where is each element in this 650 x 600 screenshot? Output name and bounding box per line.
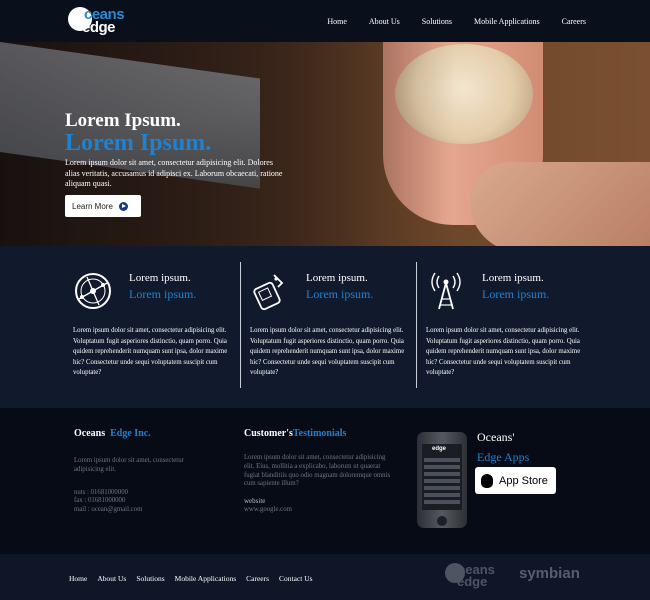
testimonials-title: Customer'sTestimonials xyxy=(244,428,396,439)
company-title-white: Oceans xyxy=(74,428,106,439)
phone-screen-row xyxy=(424,486,460,490)
website-label: website xyxy=(244,497,266,506)
feature-heading: Lorem ipsum. xyxy=(306,272,368,284)
main-nav: Home About Us Solutions Mobile Applicati… xyxy=(327,0,586,42)
phone-screen-logo: edge xyxy=(432,446,447,452)
feature-card: Lorem ipsum. Lorem ipsum. Lorem ipsum do… xyxy=(73,264,243,394)
nav-solutions[interactable]: Solutions xyxy=(422,17,452,26)
feature-card: Lorem ipsum. Lorem ipsum. Lorem ipsum do… xyxy=(250,264,420,394)
antenna-tower-icon xyxy=(431,272,461,310)
feature-heading: Lorem ipsum. xyxy=(129,272,191,284)
apps-title-white: Oceans' xyxy=(477,430,515,444)
divider xyxy=(416,262,417,388)
hero-banner: Lorem Ipsum. Lorem Ipsum. Lorem ipsum do… xyxy=(0,42,650,246)
company-title: Oceans Edge Inc. xyxy=(74,428,209,439)
testimonials-title-blue: Testimonials xyxy=(292,428,347,439)
phone-screen-row xyxy=(424,493,460,497)
footer-link-contact-us[interactable]: Contact Us xyxy=(279,574,313,583)
learn-more-button[interactable]: Learn More xyxy=(65,195,141,217)
feature-subheading: Lorem ipsum. xyxy=(129,287,197,301)
phone-image: edge xyxy=(417,432,467,528)
phone-screen-row xyxy=(424,465,460,469)
feature-heading: Lorem ipsum. xyxy=(482,272,544,284)
info-section: Oceans Edge Inc. Lorem ipsum dolor sit a… xyxy=(0,408,650,554)
testimonials-column: Customer'sTestimonials Lorem ipsum dolor… xyxy=(244,428,396,515)
app-store-label: App Store xyxy=(499,474,548,487)
company-title-blue: Edge Inc. xyxy=(110,428,151,439)
phone-screen-row xyxy=(424,472,460,476)
footer-link-about-us[interactable]: About Us xyxy=(97,574,126,583)
symbian-logo: symbian xyxy=(519,565,580,582)
oceans-edge-logo[interactable]: ceans edge xyxy=(68,6,142,37)
company-mail[interactable]: mail : ocean@gmail.com xyxy=(74,506,209,515)
feature-text: Lorem ipsum dolor sit amet, consectetur … xyxy=(426,327,581,377)
apps-title-blue: Edge Apps xyxy=(477,450,530,464)
footer-link-careers[interactable]: Careers xyxy=(246,574,269,583)
feature-text: Lorem ipsum dolor sit amet, consectetur … xyxy=(73,327,228,377)
footer-logo: ceans edge xyxy=(445,562,515,591)
globe-network-icon xyxy=(75,273,111,309)
phone-screen: edge xyxy=(422,444,462,510)
footer-link-mobile-applications[interactable]: Mobile Applications xyxy=(175,574,236,583)
feature-subheading: Lorem ipsum. xyxy=(306,287,374,301)
hero-title-white: Lorem Ipsum. xyxy=(65,110,181,131)
testimonials-text: Lorem ipsum dolor sit amet, consectetur … xyxy=(244,454,391,488)
divider xyxy=(240,262,241,388)
apps-column: Oceans' Edge Apps xyxy=(477,430,529,465)
arrow-right-circle-icon xyxy=(118,201,128,211)
navbar: ceans edge Home About Us Solutions Mobil… xyxy=(0,0,650,42)
mobile-touch-icon xyxy=(253,274,284,311)
feature-text: Lorem ipsum dolor sit amet, consectetur … xyxy=(250,327,405,377)
footer-nav: Home About Us Solutions Mobile Applicati… xyxy=(69,574,313,583)
testimonials-title-white: Customer's xyxy=(244,428,293,439)
footer: Home About Us Solutions Mobile Applicati… xyxy=(0,554,650,600)
phone-home-button xyxy=(437,516,447,526)
footer-link-home[interactable]: Home xyxy=(69,574,87,583)
phone-screen-row xyxy=(424,500,460,504)
feature-card: Lorem ipsum. Lorem ipsum. Lorem ipsum do… xyxy=(426,264,596,394)
nav-careers[interactable]: Careers xyxy=(562,17,586,26)
hero-title-blue: Lorem Ipsum. xyxy=(65,130,212,156)
website-link[interactable]: www.google.com xyxy=(244,506,396,515)
nav-about-us[interactable]: About Us xyxy=(369,17,400,26)
apple-icon xyxy=(481,473,493,488)
phone-screen-row xyxy=(424,458,460,462)
company-column: Oceans Edge Inc. Lorem ipsum dolor sit a… xyxy=(74,428,209,515)
feature-subheading: Lorem ipsum. xyxy=(482,287,550,301)
footer-logo-text-bottom: edge xyxy=(457,574,488,589)
logo-text-bottom: edge xyxy=(82,19,116,36)
company-text: Lorem ipsum dolor sit amet, consectetur … xyxy=(74,457,184,473)
footer-link-solutions[interactable]: Solutions xyxy=(136,574,164,583)
nav-mobile-applications[interactable]: Mobile Applications xyxy=(474,17,540,26)
app-store-button[interactable]: App Store xyxy=(475,467,556,494)
features-section: Lorem ipsum. Lorem ipsum. Lorem ipsum do… xyxy=(0,246,650,408)
company-nuts: nuts : 01681000000 xyxy=(74,488,128,496)
learn-more-label: Learn More xyxy=(72,201,113,211)
phone-screen-row xyxy=(424,479,460,483)
hero-description: Lorem ipsum dolor sit amet, consectetur … xyxy=(65,158,283,188)
company-fax: fax : 01681000000 xyxy=(74,497,126,505)
nav-home[interactable]: Home xyxy=(327,17,347,26)
